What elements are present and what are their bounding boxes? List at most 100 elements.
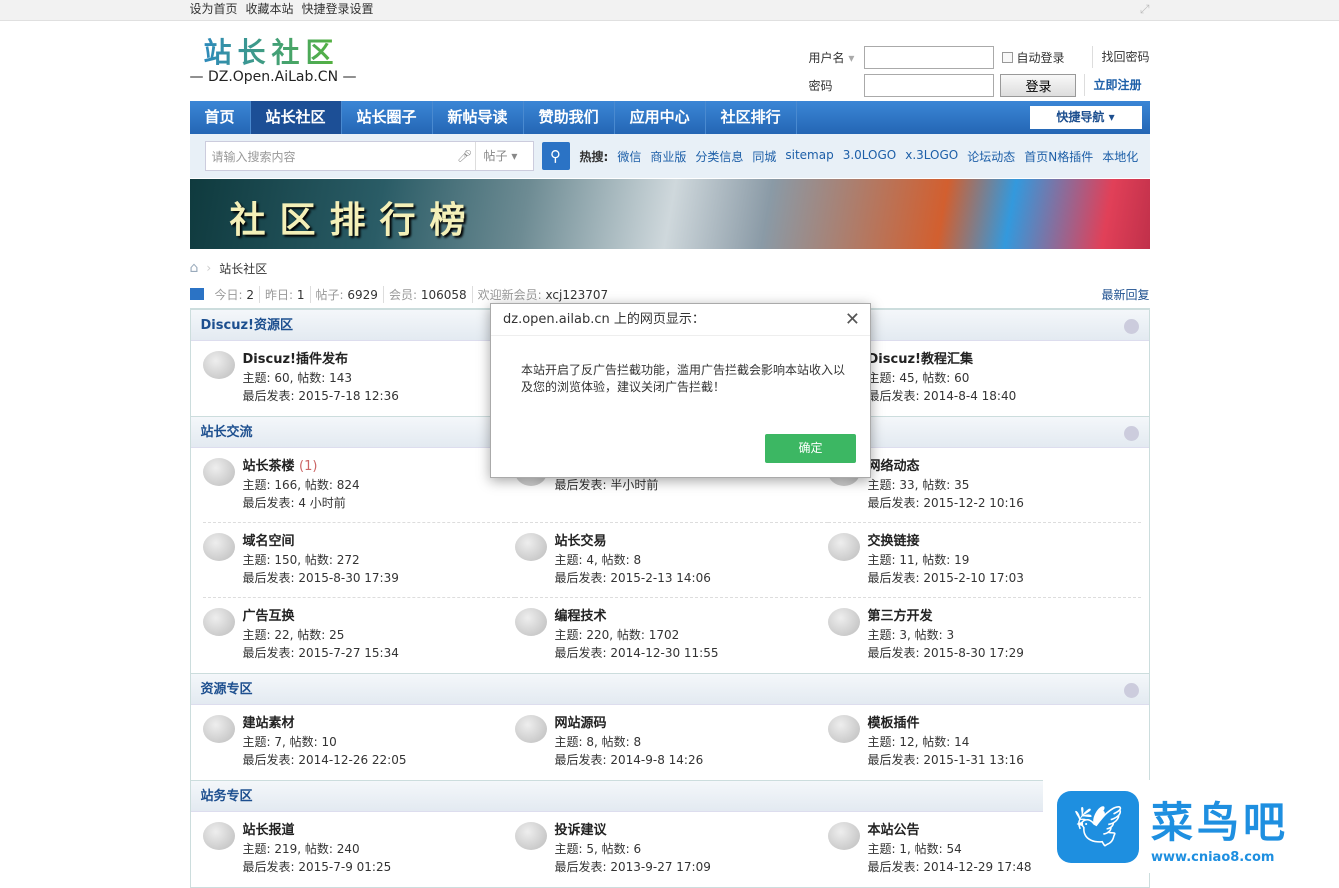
forum-last-post[interactable]: 最后发表: 2015-8-30 17:39 bbox=[243, 569, 399, 587]
forum-bubble-icon bbox=[827, 715, 860, 743]
close-icon[interactable]: ✕ bbox=[845, 304, 860, 336]
find-password-link[interactable]: 找回密码 bbox=[1092, 46, 1150, 68]
nav-new-posts[interactable]: 新帖导读 bbox=[433, 101, 524, 134]
header: 站长社区 — DZ.Open.AiLab.CN — 用户名 ▾ 自动登录 找回密… bbox=[190, 21, 1150, 101]
forum-bubble-icon bbox=[202, 351, 235, 379]
bookmark-link[interactable]: 收藏本站 bbox=[246, 0, 294, 19]
password-input[interactable] bbox=[864, 73, 995, 97]
forum-item[interactable]: 网络动态 主题: 33, 帖数: 35 最后发表: 2015-12-2 10:16 bbox=[827, 448, 1141, 523]
forum-last-post[interactable]: 最后发表: 2015-7-9 01:25 bbox=[243, 858, 392, 876]
forum-last-post[interactable]: 最后发表: 2014-8-4 18:40 bbox=[868, 387, 1017, 405]
microphone-icon[interactable]: 🎤︎ bbox=[455, 149, 475, 163]
set-homepage-link[interactable]: 设为首页 bbox=[190, 0, 238, 19]
forum-name[interactable]: 投诉建议 bbox=[555, 823, 607, 838]
forum-name[interactable]: 站长交易 bbox=[555, 534, 607, 549]
forum-last-post[interactable]: 最后发表: 2015-2-13 14:06 bbox=[555, 569, 711, 587]
forum-name[interactable]: 交换链接 bbox=[868, 534, 920, 549]
collapse-icon[interactable] bbox=[1123, 426, 1139, 441]
stat-value: 2 bbox=[246, 287, 255, 302]
search-input[interactable]: 请输入搜索内容 bbox=[206, 148, 455, 165]
newest-member-link[interactable]: xcj123707 bbox=[546, 288, 609, 302]
forum-item[interactable]: 第三方开发 主题: 3, 帖数: 3 最后发表: 2015-8-30 17:29 bbox=[827, 598, 1141, 673]
forum-name[interactable]: 站长报道 bbox=[243, 823, 295, 838]
nav-circles[interactable]: 站长圈子 bbox=[342, 101, 433, 134]
forum-name[interactable]: 本站公告 bbox=[868, 823, 920, 838]
stat-label: 昨日: bbox=[265, 287, 294, 302]
forum-last-post[interactable]: 最后发表: 2015-7-27 15:34 bbox=[243, 644, 399, 662]
home-icon[interactable]: ⌂ bbox=[190, 260, 199, 276]
hot-link[interactable]: sitemap bbox=[785, 148, 833, 165]
forum-name[interactable]: 站长茶楼 bbox=[243, 459, 295, 474]
forum-name[interactable]: 网络动态 bbox=[868, 459, 920, 474]
forum-name[interactable]: 第三方开发 bbox=[868, 609, 933, 624]
forum-item[interactable]: 站长茶楼 (1) 主题: 166, 帖数: 824 最后发表: 4 小时前 bbox=[202, 448, 515, 523]
forum-name[interactable]: Discuz!教程汇集 bbox=[868, 352, 973, 367]
hot-link[interactable]: 论坛动态 bbox=[967, 148, 1015, 165]
hot-link[interactable]: x.3LOGO bbox=[905, 148, 958, 165]
section-header[interactable]: 站务专区 bbox=[190, 780, 1149, 812]
forum-name[interactable]: 模板插件 bbox=[868, 716, 920, 731]
hot-link[interactable]: 本地化 bbox=[1102, 148, 1138, 165]
auto-login-checkbox[interactable]: 自动登录 bbox=[1002, 49, 1084, 66]
forum-item[interactable]: 编程技术 主题: 220, 帖数: 1702 最后发表: 2014-12-30 1… bbox=[514, 598, 828, 673]
section-header[interactable]: 资源专区 bbox=[190, 673, 1149, 705]
forum-last-post[interactable]: 最后发表: 2015-2-10 17:03 bbox=[868, 569, 1024, 587]
breadcrumb-current[interactable]: 站长社区 bbox=[219, 260, 267, 277]
forum-last-post[interactable]: 最后发表: 4 小时前 bbox=[243, 494, 360, 512]
forum-item[interactable]: 广告互换 主题: 22, 帖数: 25 最后发表: 2015-7-27 15:34 bbox=[202, 598, 515, 673]
forum-name[interactable]: 域名空间 bbox=[243, 534, 295, 549]
latest-replies-link[interactable]: 最新回复 bbox=[1101, 286, 1149, 303]
forum-item[interactable]: Discuz!插件发布 主题: 60, 帖数: 143 最后发表: 2015-7-… bbox=[202, 341, 515, 416]
username-input[interactable] bbox=[864, 45, 995, 69]
site-logo[interactable]: 站长社区 — DZ.Open.AiLab.CN — bbox=[190, 31, 357, 85]
forum-item[interactable]: 交换链接 主题: 11, 帖数: 19 最后发表: 2015-2-10 17:03 bbox=[827, 523, 1141, 598]
hot-link[interactable]: 同城 bbox=[752, 148, 776, 165]
forum-item[interactable]: 模板插件 主题: 12, 帖数: 14 最后发表: 2015-1-31 13:16 bbox=[827, 705, 1141, 780]
forum-name[interactable]: 网站源码 bbox=[555, 716, 607, 731]
quick-nav-button[interactable]: 快捷导航 ▾ bbox=[1029, 106, 1142, 129]
forum-item[interactable]: 站长报道 主题: 219, 帖数: 240 最后发表: 2015-7-9 01:2… bbox=[202, 812, 515, 887]
expand-icon[interactable]: ⤢ bbox=[1140, 0, 1150, 19]
collapse-icon[interactable] bbox=[1123, 319, 1139, 334]
forum-item[interactable]: 域名空间 主题: 150, 帖数: 272 最后发表: 2015-8-30 17:… bbox=[202, 523, 515, 598]
nav-community[interactable]: 站长社区 bbox=[250, 101, 342, 134]
forum-item[interactable]: Discuz!教程汇集 主题: 45, 帖数: 60 最后发表: 2014-8-4… bbox=[827, 341, 1141, 416]
collapse-icon[interactable] bbox=[1123, 683, 1139, 698]
forum-name[interactable]: 广告互换 bbox=[243, 609, 295, 624]
ok-button[interactable]: 确定 bbox=[765, 434, 856, 463]
hot-link[interactable]: 微信 bbox=[617, 148, 641, 165]
forum-grid: 站长报道 主题: 219, 帖数: 240 最后发表: 2015-7-9 01:2… bbox=[191, 812, 1149, 887]
search-button[interactable]: ⚲ bbox=[541, 142, 570, 170]
forum-item[interactable]: 建站素材 主题: 7, 帖数: 10 最后发表: 2014-12-26 22:05 bbox=[202, 705, 515, 780]
nav-apps[interactable]: 应用中心 bbox=[615, 101, 706, 134]
forum-item[interactable]: 网站源码 主题: 8, 帖数: 8 最后发表: 2014-9-8 14:26 bbox=[514, 705, 828, 780]
nav-home[interactable]: 首页 bbox=[190, 101, 251, 134]
forum-last-post[interactable]: 最后发表: 2015-7-18 12:36 bbox=[243, 387, 399, 405]
forum-last-post[interactable]: 最后发表: 2015-12-2 10:16 bbox=[868, 494, 1024, 512]
hot-link[interactable]: 首页N格插件 bbox=[1024, 148, 1093, 165]
forum-name[interactable]: 建站素材 bbox=[243, 716, 295, 731]
forum-last-post[interactable]: 最后发表: 半小时前 bbox=[555, 476, 672, 494]
nav-ranking[interactable]: 社区排行 bbox=[706, 101, 797, 134]
forum-last-post[interactable]: 最后发表: 2015-8-30 17:29 bbox=[868, 644, 1024, 662]
forum-last-post[interactable]: 最后发表: 2014-12-26 22:05 bbox=[243, 751, 407, 769]
forum-last-post[interactable]: 最后发表: 2015-1-31 13:16 bbox=[868, 751, 1024, 769]
forum-last-post[interactable]: 最后发表: 2014-12-30 11:55 bbox=[555, 644, 719, 662]
hot-link[interactable]: 3.0LOGO bbox=[843, 148, 897, 165]
quick-login-settings-link[interactable]: 快捷登录设置 bbox=[302, 0, 374, 19]
forum-item[interactable]: 站长交易 主题: 4, 帖数: 8 最后发表: 2015-2-13 14:06 bbox=[514, 523, 828, 598]
forum-last-post[interactable]: 最后发表: 2014-9-8 14:26 bbox=[555, 751, 704, 769]
forum-name[interactable]: 编程技术 bbox=[555, 609, 607, 624]
forum-item[interactable]: 投诉建议 主题: 5, 帖数: 6 最后发表: 2013-9-27 17:09 bbox=[514, 812, 828, 887]
username-label[interactable]: 用户名 ▾ bbox=[796, 49, 864, 66]
forum-last-post[interactable]: 最后发表: 2013-9-27 17:09 bbox=[555, 858, 711, 876]
register-link[interactable]: 立即注册 bbox=[1084, 74, 1142, 96]
hot-link[interactable]: 分类信息 bbox=[695, 148, 743, 165]
search-type-select[interactable]: 帖子 ▾ bbox=[474, 142, 533, 170]
forum-name[interactable]: Discuz!插件发布 bbox=[243, 352, 348, 367]
login-button[interactable]: 登录 bbox=[1000, 73, 1077, 97]
hot-link[interactable]: 商业版 bbox=[650, 148, 686, 165]
forum-last-post[interactable]: 最后发表: 2014-12-29 17:48 bbox=[868, 858, 1032, 876]
forum-stats: 主题: 4, 帖数: 8 bbox=[554, 553, 642, 567]
nav-sponsor[interactable]: 赞助我们 bbox=[524, 101, 615, 134]
